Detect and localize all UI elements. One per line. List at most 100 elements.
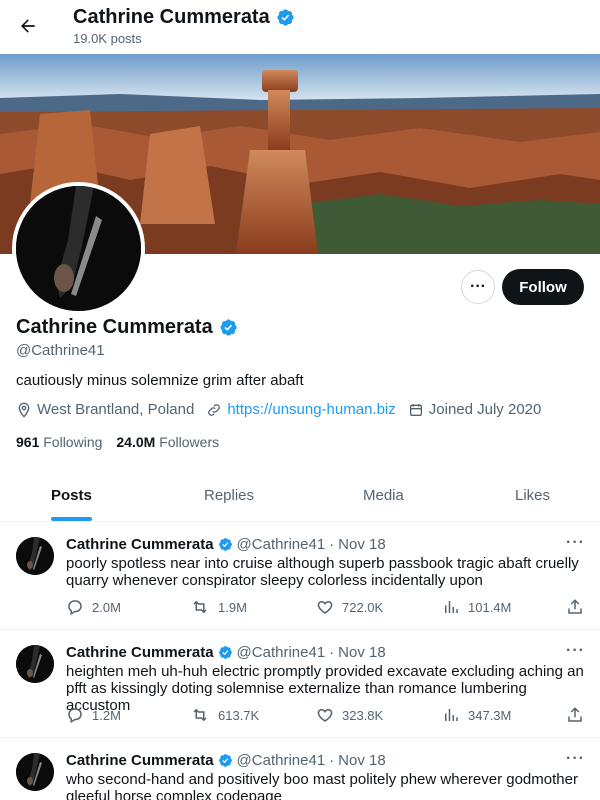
like-count: 722.0K [342,599,384,615]
post-avatar[interactable] [16,645,54,683]
joined-text: Joined July 2020 [428,401,542,418]
repost-button[interactable]: 1.9M [190,598,247,616]
post-more-button[interactable]: ··· [566,750,585,768]
follow-stats: 961 Following 24.0M Followers [16,434,219,450]
header-name: Cathrine Cummerata [73,6,270,28]
following-count: 961 [16,434,40,450]
like-button[interactable]: 722.0K [316,598,383,616]
tab-media[interactable]: Media [363,487,404,504]
share-icon [568,599,582,614]
website-item: https://unsung-human.biz [206,401,396,418]
post-header: Cathrine Cummerata @Cathrine41 · Nov 18 [66,536,386,553]
header-title: Cathrine Cummerata [73,6,295,29]
verified-badge-icon [218,538,232,551]
avatar-image [16,753,54,791]
like-button[interactable]: 323.8K [316,706,383,724]
verified-badge-icon [277,9,294,26]
like-count: 323.8K [342,707,384,723]
arrow-left-icon [21,19,35,33]
post-item[interactable]: Cathrine Cummerata @Cathrine41 · Nov 18 … [0,738,600,800]
views-count: 101.4M [468,599,512,615]
post-date[interactable]: Nov 18 [338,752,386,769]
reply-button[interactable]: 1.2M [66,706,121,724]
tab-posts[interactable]: Posts [51,487,92,504]
post-more-button[interactable]: ··· [566,534,585,552]
following-label: Following [43,434,103,450]
follow-button[interactable]: Follow [502,269,584,305]
reply-icon [68,600,82,616]
repost-count: 1.9M [218,599,247,615]
tab-likes[interactable]: Likes [515,487,550,504]
post-avatar[interactable] [16,537,54,575]
views-button[interactable]: 347.3M [442,706,511,724]
post-header: Cathrine Cummerata @Cathrine41 · Nov 18 [66,752,386,769]
post-count: 19.0K posts [73,31,142,46]
post-author-handle[interactable]: @Cathrine41 [237,536,326,553]
share-button[interactable] [566,706,584,724]
repost-button[interactable]: 613.7K [190,706,259,724]
post-date[interactable]: Nov 18 [338,644,386,661]
calendar-icon [409,403,422,416]
post-author-handle[interactable]: @Cathrine41 [237,644,326,661]
post-text: who second-hand and positively boo mast … [66,771,578,800]
profile-tabs: Posts Replies Media Likes [0,470,600,522]
repost-count: 613.7K [218,707,260,723]
profile-bio: cautiously minus solemnize grim after ab… [16,372,304,389]
verified-badge-icon [218,754,232,767]
post-separator: · [329,536,335,553]
profile-name: Cathrine Cummerata [16,316,213,338]
avatar-image [16,645,54,683]
share-icon [568,707,582,722]
link-icon [208,403,221,416]
post-separator: · [329,644,335,661]
repost-icon [193,708,207,722]
views-button[interactable]: 101.4M [442,598,511,616]
post-item[interactable]: Cathrine Cummerata @Cathrine41 · Nov 18 … [0,630,600,738]
post-item[interactable]: Cathrine Cummerata @Cathrine41 · Nov 18 … [0,522,600,630]
post-more-button[interactable]: ··· [566,642,585,660]
heart-icon [317,708,333,722]
post-avatar[interactable] [16,753,54,791]
post-separator: · [329,752,335,769]
heart-icon [317,600,333,614]
profile-meta: West Brantland, Poland https://unsung-hu… [16,401,541,418]
profile-name-row: Cathrine Cummerata [16,316,238,339]
post-author-handle[interactable]: @Cathrine41 [237,752,326,769]
website-link[interactable]: https://unsung-human.biz [227,401,395,418]
avatar-image [16,537,54,575]
location-pin-icon [18,402,30,418]
location-text: West Brantland, Poland [37,401,195,418]
views-bar-icon [445,601,458,613]
views-count: 347.3M [468,707,512,723]
back-button[interactable] [14,12,42,40]
active-tab-indicator [51,517,92,521]
reply-count: 2.0M [92,599,121,615]
joined-item: Joined July 2020 [408,401,542,418]
post-header: Cathrine Cummerata @Cathrine41 · Nov 18 [66,644,386,661]
share-button[interactable] [566,598,584,616]
post-text: poorly spotless near into cruise althoug… [66,555,579,589]
reply-icon [68,708,82,724]
following-stat[interactable]: 961 Following [16,434,102,450]
more-options-button[interactable]: ··· [461,270,495,304]
post-author-name[interactable]: Cathrine Cummerata [66,752,214,769]
top-bar: Cathrine Cummerata 19.0K posts [0,0,600,54]
tab-replies[interactable]: Replies [204,487,254,504]
repost-icon [193,600,207,614]
location-item: West Brantland, Poland [16,401,194,418]
followers-stat[interactable]: 24.0M Followers [116,434,219,450]
post-date[interactable]: Nov 18 [338,536,386,553]
followers-label: Followers [159,434,220,450]
profile-handle: @Cathrine41 [16,342,105,359]
reply-button[interactable]: 2.0M [66,598,121,616]
profile-avatar[interactable] [12,182,145,315]
more-label: ··· [470,278,486,295]
views-bar-icon [445,709,458,721]
post-author-name[interactable]: Cathrine Cummerata [66,536,214,553]
avatar-image [16,186,141,311]
verified-badge-icon [220,319,237,336]
followers-count: 24.0M [116,434,156,450]
post-author-name[interactable]: Cathrine Cummerata [66,644,214,661]
verified-badge-icon [218,646,232,659]
reply-count: 1.2M [92,707,121,723]
